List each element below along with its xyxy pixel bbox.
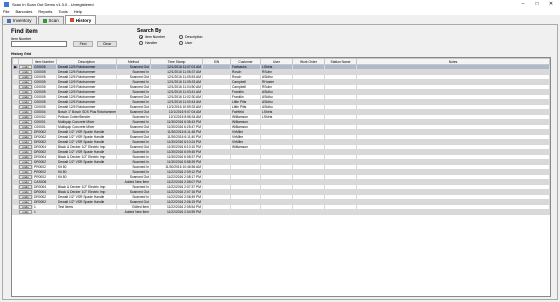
radio-dot	[179, 35, 183, 39]
radio-item-number[interactable]: Item Number	[139, 35, 165, 39]
radio-dot	[179, 41, 183, 45]
title-bar: Scan In Scan Out Demo v1.3.0 - Unregiste…	[0, 0, 560, 8]
history-icon	[69, 18, 74, 22]
search-by-title: Search By	[137, 28, 162, 34]
undo-button[interactable]: undo	[19, 95, 32, 99]
undo-button[interactable]: undo	[19, 120, 32, 124]
table-cell: Added New Item	[116, 209, 151, 215]
find-item-input[interactable]	[11, 41, 67, 47]
history-table: Item Number Description Method Time Stamp S/…	[12, 58, 550, 215]
radio-label: User	[185, 41, 193, 45]
undo-button[interactable]: undo	[19, 135, 32, 139]
window-title: Scan In Scan Out Demo v1.3.0 - Unregiste…	[12, 1, 94, 7]
close-icon[interactable]: ✕	[544, 0, 558, 8]
undo-button[interactable]: undo	[19, 75, 32, 79]
scan-icon	[42, 18, 47, 23]
undo-button[interactable]: undo	[19, 85, 32, 89]
table-cell	[292, 209, 325, 215]
history-panel: Find item Item Number Find Clear Search …	[2, 24, 558, 300]
undo-button[interactable]: undo	[19, 185, 32, 189]
radio-dot	[139, 41, 143, 45]
table-cell	[324, 209, 357, 215]
undo-button[interactable]: undo	[19, 100, 32, 104]
undo-button[interactable]: undo	[19, 145, 32, 149]
undo-button[interactable]: undo	[19, 175, 32, 179]
undo-button[interactable]: undo	[19, 110, 32, 114]
undo-cell: undo	[18, 209, 33, 215]
menu-reports[interactable]: Reports	[38, 9, 52, 14]
undo-button[interactable]: undo	[19, 190, 32, 194]
undo-button[interactable]: undo	[19, 165, 32, 169]
table-cell: 11/22/2016 2:04:59 PM	[150, 209, 203, 215]
radio-label: Handler	[145, 41, 158, 45]
undo-button[interactable]: undo	[19, 115, 32, 119]
radio-label: Item Number	[145, 35, 166, 39]
undo-button[interactable]: undo	[19, 130, 32, 134]
menu-bar: File Barcodes Reports Tools Help	[0, 8, 560, 15]
tab-label: History	[75, 17, 92, 23]
table-cell	[202, 209, 231, 215]
table-cell	[230, 209, 261, 215]
tab-strip: Inventory Scan History	[2, 15, 97, 24]
table-cell	[56, 209, 117, 215]
tab-inventory[interactable]: Inventory	[2, 16, 37, 24]
radio-description[interactable]: Description	[179, 35, 203, 39]
undo-button[interactable]: undo	[19, 90, 32, 94]
menu-barcodes[interactable]: Barcodes	[15, 9, 32, 14]
history-grid-label: History Grid	[11, 52, 32, 56]
maximize-icon[interactable]: □	[530, 0, 544, 8]
undo-button[interactable]: undo	[19, 155, 32, 159]
undo-button[interactable]: undo	[19, 195, 32, 199]
table-cell	[260, 209, 293, 215]
undo-button[interactable]: undo	[19, 105, 32, 109]
undo-button[interactable]: undo	[19, 65, 32, 69]
inventory-icon	[7, 18, 11, 23]
clear-button[interactable]: Clear	[97, 41, 117, 47]
radio-label: Description	[185, 35, 203, 39]
undo-button[interactable]: undo	[19, 160, 32, 164]
tab-label: Scan	[48, 18, 59, 23]
menu-help[interactable]: Help	[74, 9, 82, 14]
minimize-icon[interactable]: –	[516, 0, 530, 8]
tab-label: Inventory	[13, 18, 32, 23]
tab-scan[interactable]: Scan	[37, 16, 64, 24]
undo-button[interactable]: undo	[19, 200, 32, 204]
history-grid[interactable]: Item Number Description Method Time Stamp S/…	[11, 57, 551, 297]
radio-user[interactable]: User	[179, 41, 192, 45]
table-cell	[356, 209, 550, 215]
menu-file[interactable]: File	[3, 9, 9, 14]
undo-button[interactable]: undo	[19, 140, 32, 144]
find-button[interactable]: Find	[73, 41, 93, 47]
window-controls: – □ ✕	[516, 0, 558, 8]
find-item-title: Find item	[11, 29, 38, 35]
undo-button[interactable]: undo	[19, 125, 32, 129]
tab-history[interactable]: History	[64, 15, 97, 24]
undo-button[interactable]: undo	[19, 150, 32, 154]
undo-button[interactable]: undo	[19, 180, 32, 184]
radio-dot	[139, 35, 143, 39]
table-cell: Bosch 1" Bosch SDS Plus Rotohammer	[56, 109, 117, 115]
undo-button[interactable]: undo	[19, 205, 32, 209]
undo-button[interactable]: undo	[19, 210, 32, 214]
undo-button[interactable]: undo	[19, 80, 32, 84]
app-icon	[4, 1, 9, 7]
radio-handler[interactable]: Handler	[139, 41, 157, 45]
table-cell: 1	[32, 209, 57, 215]
undo-button[interactable]: undo	[19, 170, 32, 174]
table-row[interactable]: undo 1 Added New Item 11/22/2016 2:04:59 PM	[12, 209, 550, 215]
menu-tools[interactable]: Tools	[58, 9, 67, 14]
undo-button[interactable]: undo	[19, 70, 32, 74]
